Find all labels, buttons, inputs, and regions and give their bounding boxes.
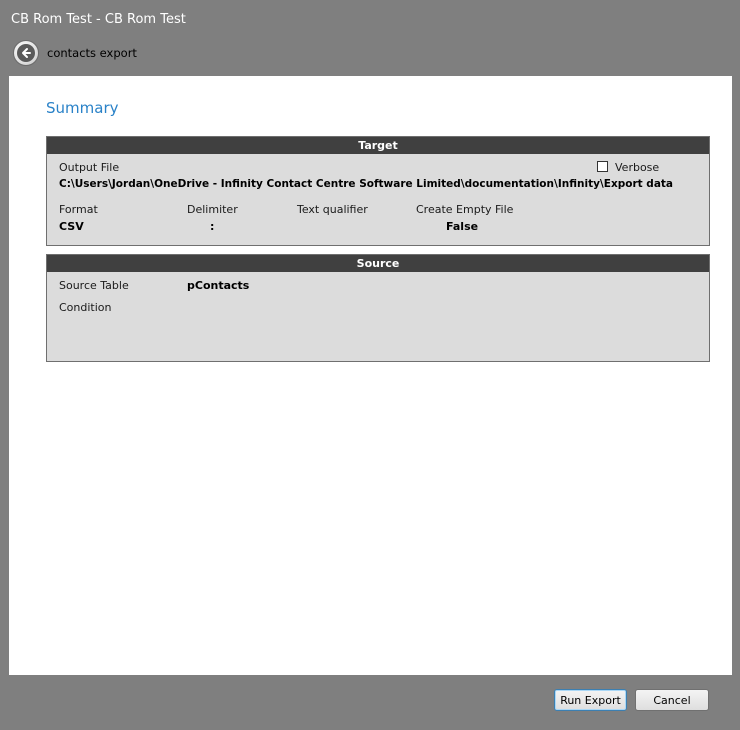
target-panel-header: Target	[47, 137, 709, 154]
format-label: Format	[59, 203, 98, 216]
verbose-checkbox[interactable]	[597, 161, 608, 172]
output-file-value: C:\Users\Jordan\OneDrive - Infinity Cont…	[59, 178, 674, 190]
target-panel: Target Output File Verbose C:\Users\Jord…	[46, 136, 710, 246]
source-panel-header: Source	[47, 255, 709, 272]
create-empty-file-value: False	[446, 220, 479, 233]
source-table-value: pContacts	[187, 279, 250, 292]
verbose-label: Verbose	[615, 161, 660, 174]
cancel-button[interactable]: Cancel	[635, 689, 709, 711]
summary-heading: Summary	[46, 99, 119, 117]
delimiter-label: Delimiter	[187, 203, 238, 216]
format-value: CSV	[59, 220, 84, 233]
delimiter-value: :	[210, 220, 215, 233]
run-export-button[interactable]: Run Export	[554, 689, 627, 711]
output-file-label: Output File	[59, 161, 120, 174]
window-title: CB Rom Test - CB Rom Test	[11, 12, 186, 27]
page-name: contacts export	[47, 46, 137, 60]
text-qualifier-label: Text qualifier	[297, 203, 368, 216]
create-empty-file-label: Create Empty File	[416, 203, 514, 216]
source-table-label: Source Table	[59, 279, 129, 292]
source-panel: Source Source Table pContacts Condition	[46, 254, 710, 362]
condition-label: Condition	[59, 301, 112, 314]
back-button[interactable]	[13, 40, 39, 66]
back-arrow-icon	[17, 44, 35, 62]
content-area: Summary Target Output File Verbose C:\Us…	[9, 76, 732, 675]
